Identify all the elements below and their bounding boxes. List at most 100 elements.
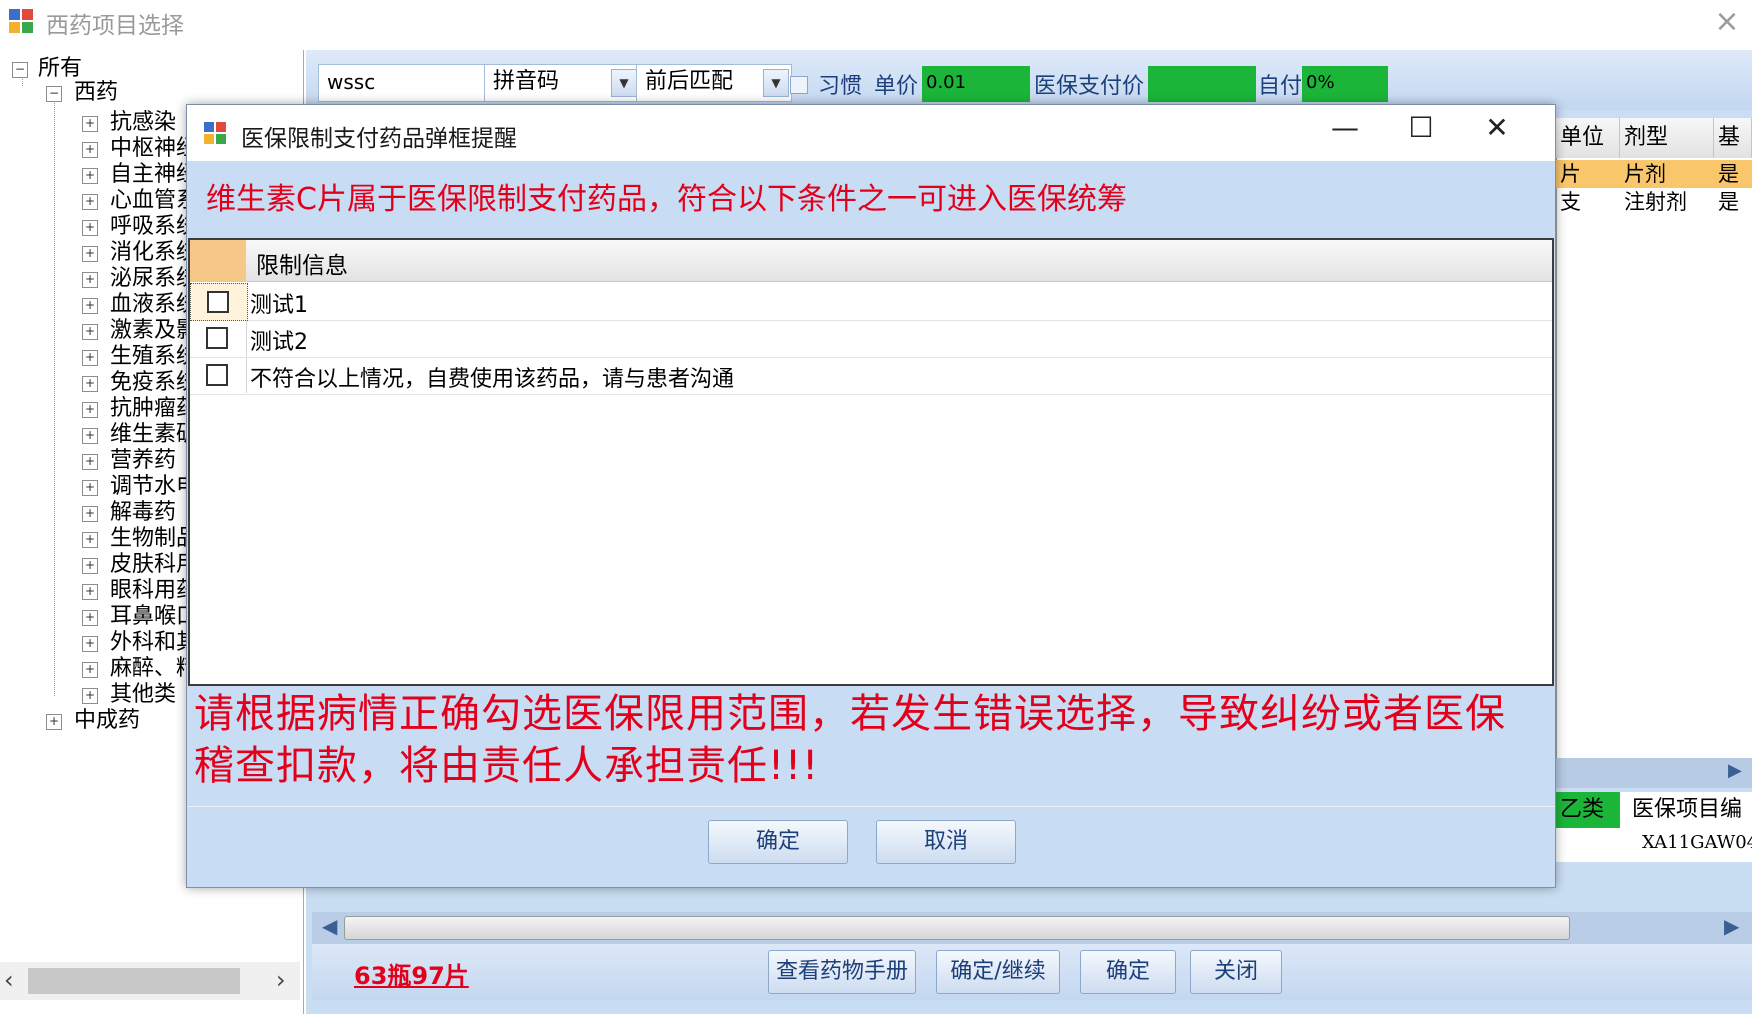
close-icon[interactable]: ✕ xyxy=(1477,111,1517,144)
tree-node-category[interactable]: 眼科用药 xyxy=(110,578,198,604)
tree-node-category[interactable]: 皮肤科用 xyxy=(110,552,198,578)
tree-node-category[interactable]: 耳鼻喉口 xyxy=(110,604,198,630)
expand-icon[interactable]: + xyxy=(82,636,98,652)
app-icon xyxy=(8,8,34,34)
search-input[interactable]: wssc xyxy=(318,64,486,102)
self-pay-field[interactable]: 0% xyxy=(1302,66,1388,102)
self-pay-label: 自付 xyxy=(1258,74,1303,99)
insurance-price-field[interactable] xyxy=(1148,66,1256,102)
confirm-button[interactable]: 确定 xyxy=(1080,950,1176,994)
tree-node-category[interactable]: 激素及影 xyxy=(110,318,198,344)
restriction-row[interactable]: 测试1 xyxy=(190,283,1552,321)
row-selector[interactable] xyxy=(190,320,247,356)
expand-icon[interactable]: + xyxy=(82,688,98,704)
grid-header-unit[interactable]: 单位 xyxy=(1556,118,1620,158)
expand-icon[interactable]: + xyxy=(82,220,98,236)
restriction-row[interactable]: 不符合以上情况，自费使用该药品，请与患者沟通 xyxy=(190,357,1552,395)
expand-icon[interactable]: + xyxy=(82,532,98,548)
row-selector[interactable] xyxy=(190,357,247,393)
tree-node-category[interactable]: 中枢神经 xyxy=(110,136,198,162)
scroll-left-icon[interactable]: ‹ xyxy=(4,966,14,994)
minimize-icon[interactable]: — xyxy=(1325,111,1365,144)
expand-icon[interactable]: + xyxy=(82,584,98,600)
chevron-down-icon[interactable]: ▼ xyxy=(763,69,789,97)
expand-icon[interactable]: + xyxy=(82,194,98,210)
grid-scrollbar[interactable]: ▶ xyxy=(1556,758,1752,788)
insurance-grid-row[interactable]: XA11GAW043 xyxy=(1556,828,1752,862)
tree-node-category[interactable]: 解毒药 xyxy=(110,500,176,526)
tree-node-category[interactable]: 抗肿瘤药 xyxy=(110,396,198,422)
grid-corner[interactable] xyxy=(190,240,246,282)
expand-icon[interactable]: + xyxy=(82,272,98,288)
collapse-icon[interactable]: − xyxy=(46,86,62,102)
tree-scrollbar[interactable]: ‹ › xyxy=(0,962,300,1000)
row-selector[interactable] xyxy=(190,283,248,321)
expand-icon[interactable]: + xyxy=(82,558,98,574)
grid-header-basic[interactable]: 基 xyxy=(1714,118,1752,158)
scroll-right-icon[interactable]: ▶ xyxy=(1728,760,1742,781)
tree-node-category[interactable]: 维生素矿 xyxy=(110,422,198,448)
view-manual-button[interactable]: 查看药物手册 xyxy=(768,950,916,994)
tree-node-category[interactable]: 泌尿系统 xyxy=(110,266,198,292)
expand-icon[interactable]: + xyxy=(82,480,98,496)
column-header-restriction[interactable]: 限制信息 xyxy=(256,246,348,280)
chevron-down-icon[interactable]: ▼ xyxy=(611,69,637,97)
stock-count-link[interactable]: 63瓶97片 xyxy=(354,956,469,991)
match-type-select[interactable]: 拼音码 ▼ xyxy=(484,64,640,102)
tree-node-western[interactable]: 西药 xyxy=(74,80,118,106)
expand-icon[interactable]: + xyxy=(82,350,98,366)
expand-icon[interactable]: + xyxy=(46,714,62,730)
expand-icon[interactable]: + xyxy=(82,662,98,678)
scroll-thumb[interactable] xyxy=(28,968,240,994)
expand-icon[interactable]: + xyxy=(82,402,98,418)
tree-node-category[interactable]: 消化系统 xyxy=(110,240,198,266)
expand-icon[interactable]: + xyxy=(82,376,98,392)
expand-icon[interactable]: + xyxy=(82,610,98,626)
grid-header-form[interactable]: 剂型 xyxy=(1620,118,1714,158)
tree-node-category[interactable]: 营养药 xyxy=(110,448,176,474)
tree-node-category[interactable]: 免疫系统 xyxy=(110,370,198,396)
scroll-left-icon[interactable]: ◀ xyxy=(322,914,337,938)
habit-checkbox[interactable] xyxy=(790,76,808,94)
expand-icon[interactable]: + xyxy=(82,298,98,314)
row-checkbox[interactable] xyxy=(206,327,228,349)
dialog-cancel-button[interactable]: 取消 xyxy=(876,820,1016,864)
tree-node-category[interactable]: 调节水电 xyxy=(110,474,198,500)
tree-node-root[interactable]: 所有 xyxy=(38,56,82,82)
row-checkbox[interactable] xyxy=(207,291,229,313)
scroll-right-icon[interactable]: ▶ xyxy=(1724,914,1739,938)
tree-node-category[interactable]: 自主神经 xyxy=(110,162,198,188)
match-mode-select[interactable]: 前后匹配 ▼ xyxy=(636,64,792,102)
collapse-icon[interactable]: − xyxy=(12,62,28,78)
tree-node-category[interactable]: 麻醉、精 xyxy=(110,656,198,682)
close-button[interactable]: 关闭 xyxy=(1190,950,1282,994)
scroll-right-icon[interactable]: › xyxy=(276,966,286,994)
confirm-continue-button[interactable]: 确定/继续 xyxy=(936,950,1060,994)
main-scrollbar[interactable]: ◀ ▶ xyxy=(312,912,1752,944)
expand-icon[interactable]: + xyxy=(82,454,98,470)
restriction-row[interactable]: 测试2 xyxy=(190,320,1552,358)
window-titlebar: 西药项目选择 × xyxy=(0,0,1752,44)
tree-node-category[interactable]: 呼吸系统 xyxy=(110,214,198,240)
expand-icon[interactable]: + xyxy=(82,142,98,158)
maximize-icon[interactable]: ☐ xyxy=(1401,111,1441,144)
expand-icon[interactable]: + xyxy=(82,168,98,184)
expand-icon[interactable]: + xyxy=(82,116,98,132)
scroll-thumb[interactable] xyxy=(344,916,1570,940)
tree-node-category[interactable]: 血液系统 xyxy=(110,292,198,318)
window-close-icon[interactable]: × xyxy=(1712,4,1742,39)
tree-node-chinese[interactable]: 中成药 xyxy=(74,708,140,734)
expand-icon[interactable]: + xyxy=(82,428,98,444)
tree-node-category[interactable]: 生殖系统 xyxy=(110,344,198,370)
tree-node-category[interactable]: 生物制品 xyxy=(110,526,198,552)
tree-node-category[interactable]: 抗感染 xyxy=(110,110,176,136)
tree-node-category[interactable]: 心血管系 xyxy=(110,188,198,214)
expand-icon[interactable]: + xyxy=(82,324,98,340)
expand-icon[interactable]: + xyxy=(82,506,98,522)
price-field[interactable]: 0.01 xyxy=(922,66,1030,102)
row-checkbox[interactable] xyxy=(206,364,228,386)
tree-node-category[interactable]: 外科和其 xyxy=(110,630,198,656)
expand-icon[interactable]: + xyxy=(82,246,98,262)
tree-node-category[interactable]: 其他类 xyxy=(110,682,176,708)
dialog-ok-button[interactable]: 确定 xyxy=(708,820,848,864)
